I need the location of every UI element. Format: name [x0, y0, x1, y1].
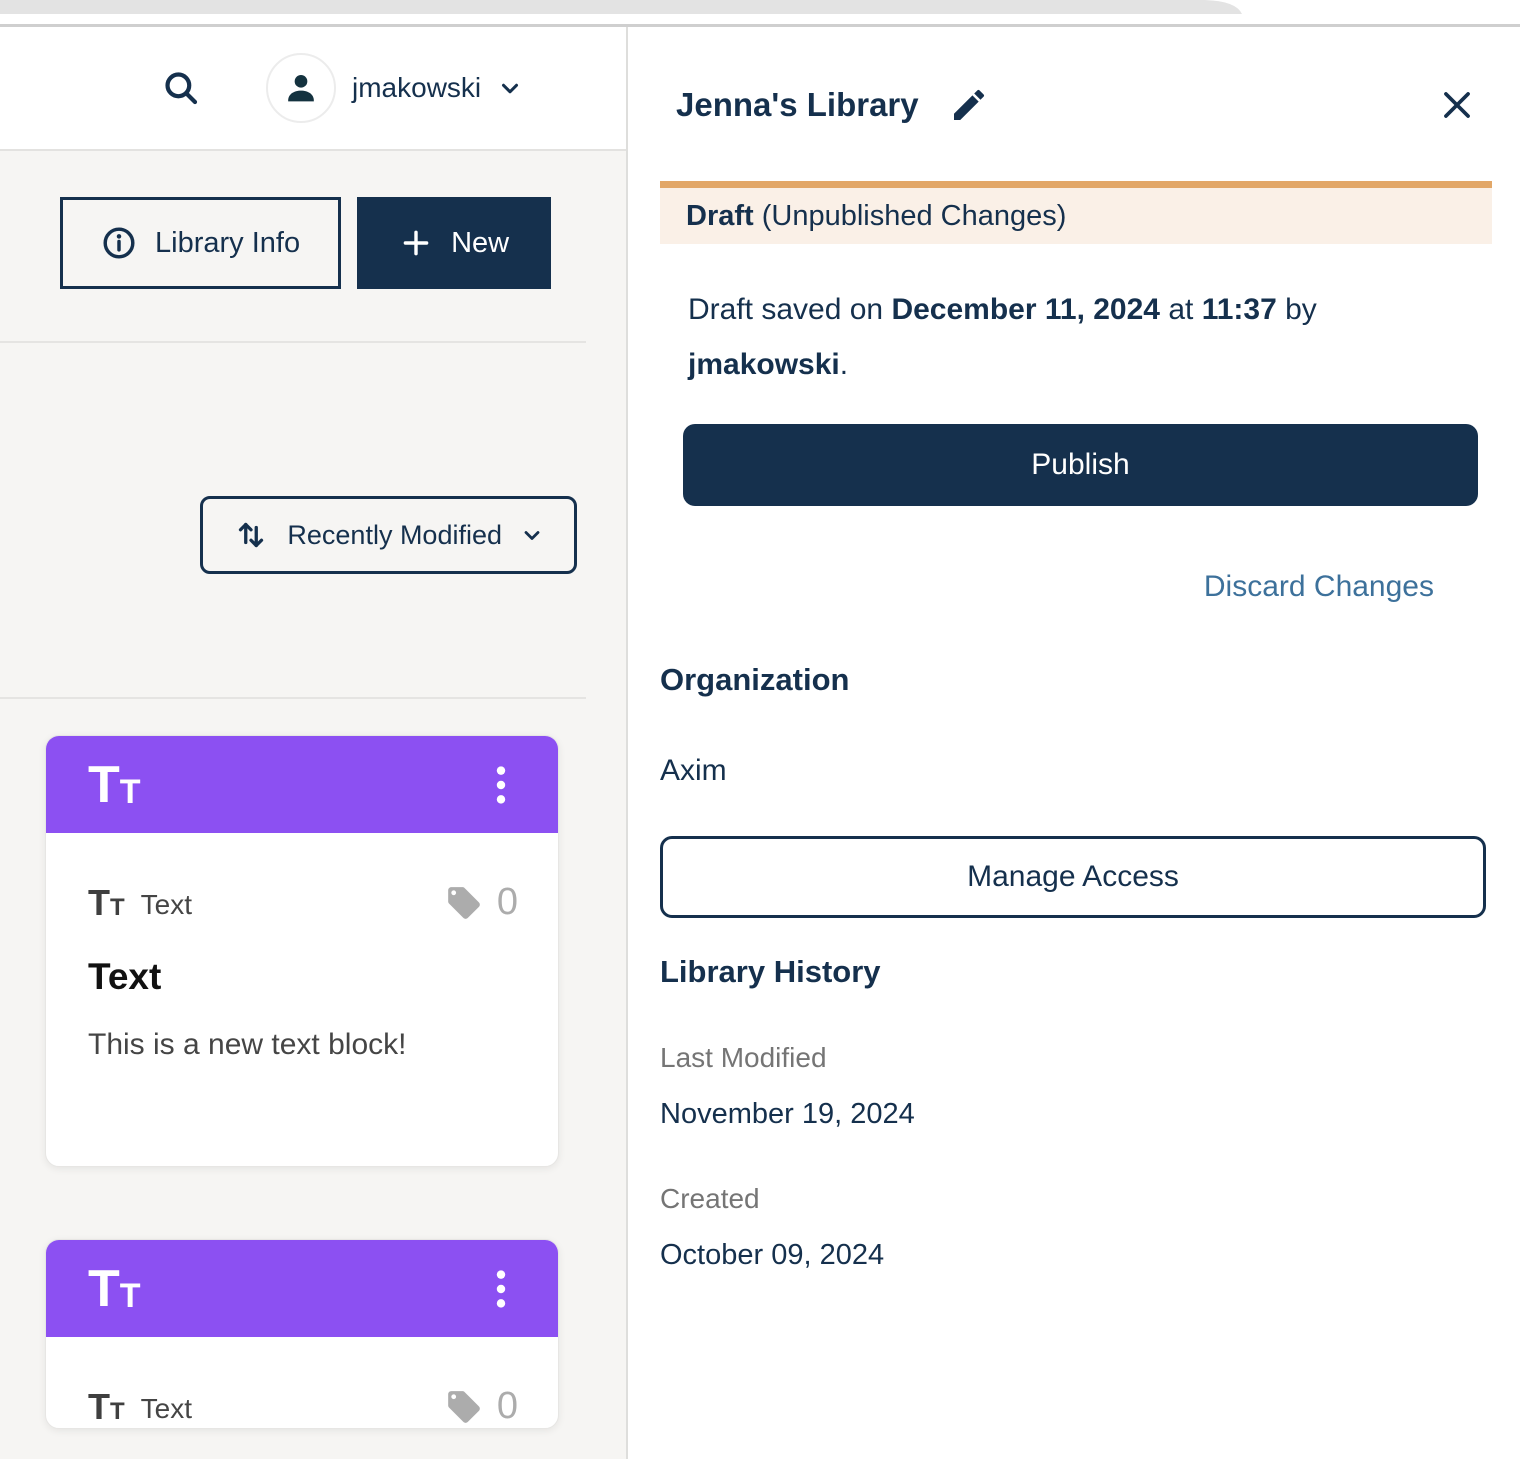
- tag-icon: [445, 1388, 483, 1426]
- component-title: Text: [88, 956, 518, 998]
- studio-header: jmakowski: [0, 27, 626, 151]
- component-card-body: TT Text 0 Text T: [46, 833, 558, 1166]
- draft-saved-message: Draft saved on December 11, 2024 at 11:3…: [688, 282, 1492, 392]
- sort-dropdown-label: Recently Modified: [287, 520, 502, 551]
- component-type-row: TT Text 0: [88, 1385, 518, 1428]
- text-component-icon: TT: [88, 1389, 125, 1425]
- section-divider: [0, 341, 586, 343]
- plus-icon: [399, 226, 433, 260]
- kebab-menu-icon: [486, 762, 516, 808]
- pencil-icon: [949, 85, 989, 125]
- section-divider: [0, 697, 586, 699]
- component-description: This is a new text block!: [88, 1028, 518, 1062]
- component-type-label: Text: [141, 1394, 192, 1425]
- tag-count: 0: [497, 881, 518, 924]
- tag-count: 0: [497, 1385, 518, 1428]
- chevron-down-icon: [520, 523, 544, 547]
- library-info-sidebar: Jenna's Library Draft (Unpublished Cha: [626, 27, 1520, 1459]
- component-card-header: TT: [46, 736, 558, 833]
- text-component-icon: TT: [88, 1263, 141, 1315]
- library-authoring-screen: jmakowski: [0, 0, 1520, 1459]
- draft-status-banner: Draft (Unpublished Changes): [660, 181, 1492, 244]
- close-icon: [1438, 86, 1476, 124]
- discard-changes-link[interactable]: Discard Changes: [1204, 570, 1434, 603]
- info-icon: [101, 225, 137, 261]
- new-button[interactable]: New: [357, 197, 551, 289]
- edit-title-button[interactable]: [949, 85, 989, 125]
- chevron-down-icon: [497, 75, 523, 101]
- last-modified-label: Last Modified: [660, 1042, 1492, 1074]
- library-info-button[interactable]: Library Info: [60, 197, 341, 289]
- tag-icon: [445, 884, 483, 922]
- card-menu-button[interactable]: [478, 1258, 524, 1320]
- text-component-icon: TT: [88, 885, 125, 921]
- avatar: [266, 53, 336, 123]
- last-modified-value: November 19, 2024: [660, 1098, 1492, 1131]
- component-card-text-2[interactable]: TT TT: [45, 1239, 559, 1429]
- library-content-panel: jmakowski: [0, 27, 626, 1459]
- component-card-list: TT TT: [45, 735, 559, 1429]
- user-menu-button[interactable]: jmakowski: [266, 53, 523, 123]
- publish-button[interactable]: Publish: [683, 424, 1478, 506]
- component-type-row: TT Text 0: [88, 881, 518, 924]
- library-actions-row: Library Info New: [60, 197, 626, 289]
- kebab-menu-icon: [486, 1266, 516, 1312]
- app-layout: jmakowski: [0, 27, 1520, 1459]
- library-info-label: Library Info: [155, 227, 300, 260]
- created-value: October 09, 2024: [660, 1239, 1492, 1272]
- discard-row: Discard Changes: [660, 570, 1492, 604]
- new-button-label: New: [451, 227, 509, 260]
- draft-status-detail: (Unpublished Changes): [754, 200, 1067, 232]
- component-card-header: TT: [46, 1240, 558, 1337]
- manage-access-button[interactable]: Manage Access: [660, 836, 1486, 918]
- component-type-label: Text: [141, 890, 192, 921]
- username-label: jmakowski: [352, 72, 481, 104]
- close-sidebar-button[interactable]: [1438, 86, 1476, 124]
- organization-heading: Organization: [660, 662, 1492, 698]
- component-card-text-1[interactable]: TT TT: [45, 735, 559, 1167]
- sort-dropdown-button[interactable]: Recently Modified: [200, 496, 577, 574]
- card-menu-button[interactable]: [478, 754, 524, 816]
- created-label: Created: [660, 1183, 1492, 1215]
- person-icon: [281, 68, 321, 108]
- sort-arrows-icon: [233, 517, 269, 553]
- library-history-heading: Library History: [660, 954, 1492, 990]
- component-card-body: TT Text 0: [46, 1337, 558, 1428]
- search-button[interactable]: [160, 67, 202, 109]
- browser-window-edge-shape: [0, 0, 1243, 14]
- browser-window-edge: [0, 0, 1243, 14]
- library-title: Jenna's Library: [676, 86, 919, 124]
- organization-value: Axim: [660, 754, 1492, 788]
- draft-status-label: Draft: [686, 200, 754, 232]
- sort-row: Recently Modified: [0, 496, 626, 574]
- sidebar-header: Jenna's Library: [660, 85, 1492, 125]
- text-component-icon: TT: [88, 759, 141, 811]
- search-icon: [160, 67, 202, 109]
